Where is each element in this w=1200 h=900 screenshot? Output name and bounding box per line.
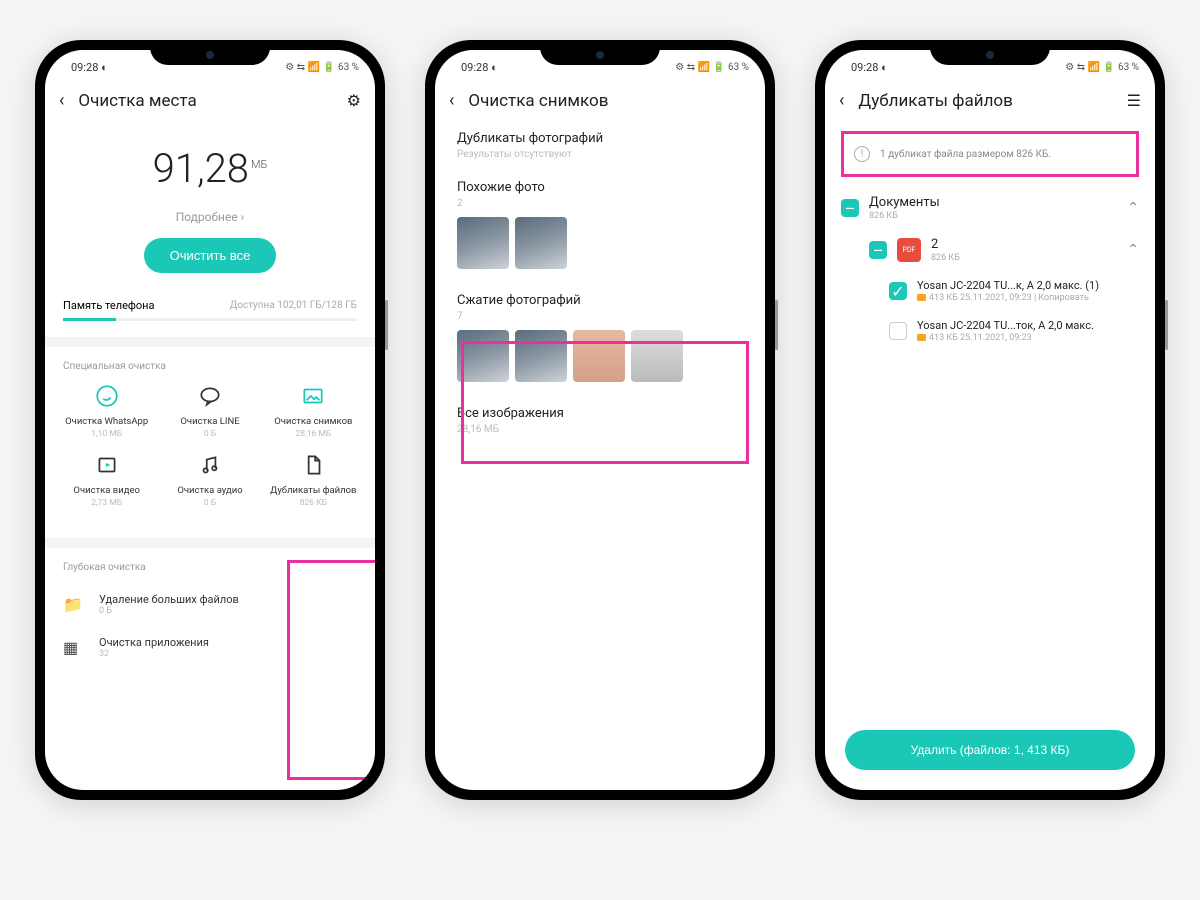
storage-label: Память телефона: [63, 299, 155, 312]
file-row[interactable]: Yosan JC-2204 TU...ток, A 2,0 макс.413 К…: [841, 311, 1139, 351]
file-row[interactable]: ✓ Yosan JC-2204 TU...к, A 2,0 макс. (1)4…: [841, 271, 1139, 311]
phone-frame-3: 09:28 ◐ ⚙ ⇆ 📶 🔋 63 % ‹ Дубликаты файлов …: [815, 40, 1165, 800]
power-button: [775, 300, 778, 350]
section-duplicates[interactable]: Дубликаты фотографий: [435, 131, 765, 146]
back-icon[interactable]: ‹: [59, 90, 64, 111]
section-similar[interactable]: Похожие фото: [435, 180, 765, 195]
large-files-row[interactable]: 📁 Удаление больших файлов0 Б: [45, 583, 375, 626]
status-icons: ⚙ ⇆ 📶 🔋 63 %: [285, 62, 359, 73]
deep-cleanup-label: Глубокая очистка: [45, 548, 375, 583]
phone-frame-2: 09:28 ◐ ⚙ ⇆ 📶 🔋 63 % ‹ Очистка снимков Д…: [425, 40, 775, 800]
section-all[interactable]: Все изображения: [435, 406, 765, 421]
checkbox-mixed[interactable]: –: [841, 199, 859, 217]
thumb[interactable]: [457, 330, 509, 382]
storage-size: 91,28МБ: [45, 145, 375, 192]
duplicates-cleanup[interactable]: Дубликаты файлов826 КБ: [262, 451, 365, 508]
special-cleanup-label: Специальная очистка: [45, 347, 375, 382]
statusbar: 09:28 ◐ ⚙ ⇆ 📶 🔋 63 %: [435, 54, 765, 80]
chevron-up-icon[interactable]: ⌃: [1127, 242, 1139, 258]
checkbox-checked[interactable]: ✓: [889, 282, 907, 300]
thumb[interactable]: [573, 330, 625, 382]
similar-thumbs: [435, 209, 765, 281]
thumb[interactable]: [631, 330, 683, 382]
section-compress[interactable]: Сжатие фотографий: [435, 293, 765, 308]
line-cleanup[interactable]: Очистка LINE0 Б: [158, 382, 261, 439]
subgroup-pdf[interactable]: – PDF 2826 КБ ⌃: [841, 229, 1139, 271]
statusbar: 09:28 ◐ ⚙ ⇆ 📶 🔋 63 %: [825, 54, 1155, 80]
phone-frame-1: 09:28 ◐ ⚙ ⇆ 📶 🔋 63 % ‹ Очистка места ⚙ 9…: [35, 40, 385, 800]
more-link[interactable]: Подробнее ›: [45, 210, 375, 224]
clean-all-button[interactable]: Очистить все: [144, 238, 277, 273]
whatsapp-icon: [93, 382, 121, 410]
compress-thumbs: [435, 322, 765, 394]
app-cleanup-row[interactable]: ▦ Очистка приложения32: [45, 626, 375, 669]
settings-icon[interactable]: ⚙: [347, 91, 361, 110]
info-icon: !: [854, 146, 870, 162]
apps-icon: ▦: [63, 638, 85, 657]
group-documents[interactable]: – Документы826 КБ ⌃: [841, 187, 1139, 229]
page-title: Дубликаты файлов: [858, 91, 1112, 111]
whatsapp-cleanup[interactable]: Очистка WhatsApp1,10 МБ: [55, 382, 158, 439]
storage-bar: [63, 318, 357, 321]
power-button: [385, 300, 388, 350]
image-icon: [299, 382, 327, 410]
video-cleanup[interactable]: Очистка видео2,73 МБ: [55, 451, 158, 508]
delete-button[interactable]: Удалить (файлов: 1, 413 КБ): [845, 730, 1135, 770]
thumb[interactable]: [515, 217, 567, 269]
file-icon: [299, 451, 327, 479]
audio-cleanup[interactable]: Очистка аудио0 Б: [158, 451, 261, 508]
statusbar: 09:28 ◐ ⚙ ⇆ 📶 🔋 63 %: [45, 54, 375, 80]
storage-available: Доступна 102,01 ГБ/128 ГБ: [230, 300, 357, 311]
video-icon: [93, 451, 121, 479]
checkbox-unchecked[interactable]: [889, 322, 907, 340]
thumb[interactable]: [457, 217, 509, 269]
back-icon[interactable]: ‹: [449, 90, 454, 111]
page-title: Очистка места: [78, 91, 332, 111]
checkbox-mixed[interactable]: –: [869, 241, 887, 259]
back-icon[interactable]: ‹: [839, 90, 844, 111]
pdf-icon: PDF: [897, 238, 921, 262]
line-icon: [196, 382, 224, 410]
audio-icon: [196, 451, 224, 479]
info-banner: ! 1 дубликат файла размером 826 КБ.: [841, 131, 1139, 177]
folder-icon: 📁: [63, 595, 85, 614]
images-cleanup[interactable]: Очистка снимков28,16 МБ: [262, 382, 365, 439]
page-title: Очистка снимков: [468, 91, 751, 111]
filter-icon[interactable]: ☰: [1127, 91, 1141, 110]
thumb[interactable]: [515, 330, 567, 382]
power-button: [1165, 300, 1168, 350]
chevron-up-icon[interactable]: ⌃: [1127, 200, 1139, 216]
